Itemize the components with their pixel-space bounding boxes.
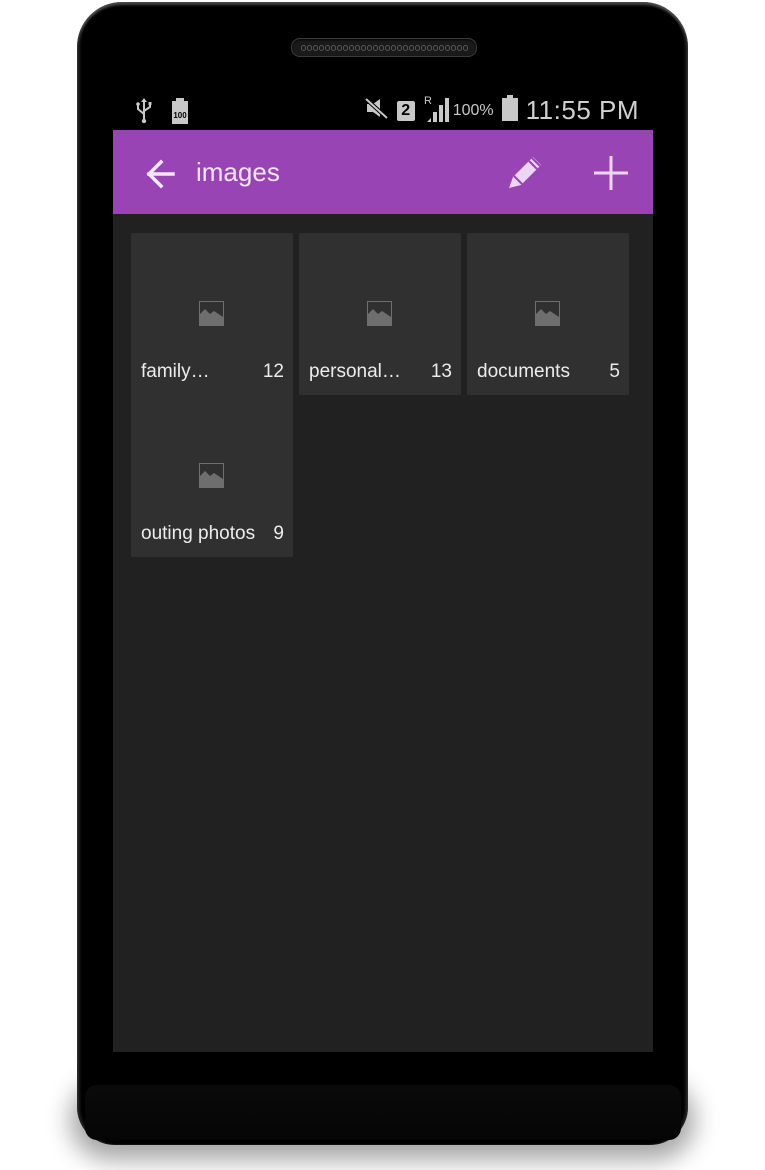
back-button[interactable]	[141, 154, 181, 194]
app-bar: images	[113, 130, 653, 214]
album-tile[interactable]: personal… 13	[299, 233, 461, 395]
battery-percent: 100%	[452, 101, 494, 119]
mute-icon	[364, 97, 389, 124]
album-count: 9	[273, 523, 284, 544]
clock: 11:55 PM	[525, 95, 639, 125]
image-placeholder-icon	[199, 301, 224, 326]
plus-icon	[594, 156, 628, 190]
arrow-left-icon	[146, 159, 175, 189]
image-placeholder-icon	[199, 463, 224, 488]
album-name: documents	[477, 361, 570, 382]
pencil-icon	[509, 157, 541, 188]
battery-icon	[501, 95, 518, 126]
album-tile[interactable]: documents 5	[467, 233, 629, 395]
album-tile[interactable]: outing photos 9	[131, 395, 293, 557]
album-tile[interactable]: family… 12	[131, 233, 293, 395]
usb-icon	[135, 98, 153, 129]
album-name: outing photos	[141, 523, 256, 544]
status-bar: 100 2 R 100% 11:55 PM	[113, 92, 653, 130]
add-button[interactable]	[590, 152, 632, 194]
page-title: images	[196, 157, 280, 187]
earpiece-speaker	[291, 38, 477, 57]
phone-chin	[85, 1085, 681, 1140]
image-placeholder-icon	[535, 301, 560, 326]
app-screen: images family… 12 personal… 13 documents…	[113, 130, 653, 1052]
image-placeholder-icon	[367, 301, 392, 326]
signal-icon: R	[423, 94, 449, 127]
album-count: 5	[609, 361, 620, 382]
battery-100-icon: 100	[171, 98, 189, 129]
album-count: 12	[262, 361, 284, 382]
album-count: 13	[430, 361, 452, 382]
sim-2-badge: 2	[396, 100, 415, 121]
album-name: family…	[141, 361, 210, 382]
svg-text:R: R	[424, 95, 432, 107]
edit-button[interactable]	[503, 150, 547, 194]
album-name: personal…	[309, 361, 401, 382]
svg-text:100: 100	[173, 111, 187, 120]
